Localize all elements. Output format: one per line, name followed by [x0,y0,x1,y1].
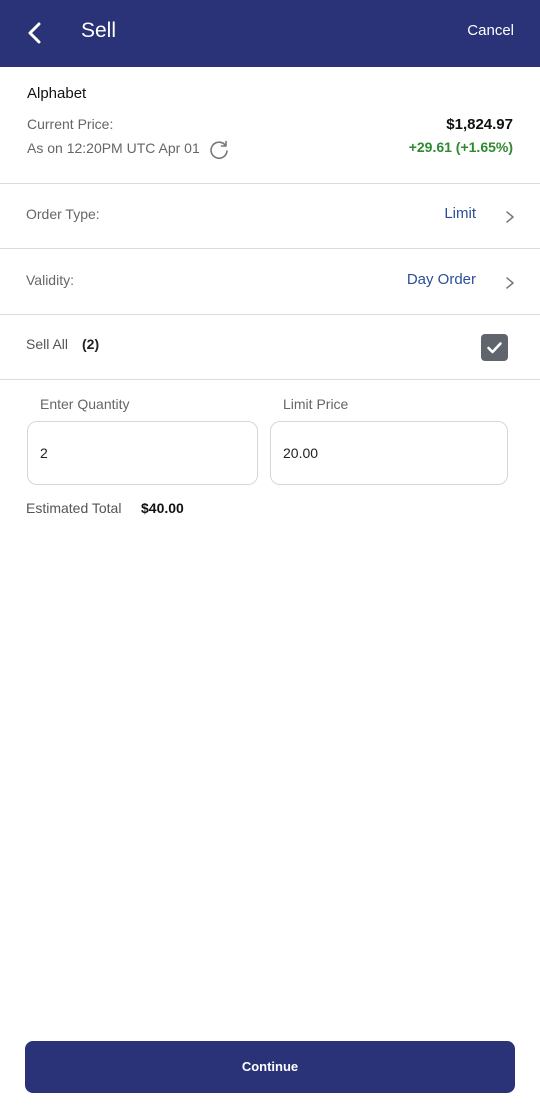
price-change: +29.61 (+1.65%) [408,139,513,155]
chevron-right-icon [506,277,514,289]
order-type-label: Order Type: [26,206,100,222]
estimated-total-value: $40.00 [141,500,184,516]
current-price: $1,824.97 [446,116,513,133]
quantity-label: Enter Quantity [40,396,130,412]
price-timestamp: As on 12:20PM UTC Apr 01 [27,140,200,156]
quantity-input[interactable] [27,421,258,485]
sell-all-label: Sell All [26,336,69,352]
estimated-total-label: Estimated Total [26,500,122,516]
stock-name: Alphabet [27,85,87,102]
order-type-row[interactable]: Order Type: Limit [0,184,540,249]
checkmark-icon [487,342,502,354]
sell-all-count: (2) [82,336,100,352]
sell-all-row: Sell All (2) [0,315,540,380]
top-app-bar: Sell Cancel [0,0,540,67]
validity-row[interactable]: Validity: Day Order [0,250,540,315]
limit-price-input[interactable] [270,421,508,485]
continue-button[interactable]: Continue [25,1041,515,1093]
sell-all-checkbox[interactable] [481,334,508,361]
validity-label: Validity: [26,272,74,288]
cancel-button[interactable]: Cancel [467,22,514,39]
order-type-value: Limit [444,205,476,222]
refresh-icon[interactable] [208,139,230,161]
validity-value: Day Order [406,271,476,288]
stock-summary: Alphabet Current Price: As on 12:20PM UT… [0,67,540,184]
limit-price-label: Limit Price [283,396,349,412]
current-price-label: Current Price: [27,116,114,132]
page-title: Sell [81,19,117,42]
chevron-right-icon [506,211,514,223]
back-arrow-icon[interactable] [22,18,48,48]
